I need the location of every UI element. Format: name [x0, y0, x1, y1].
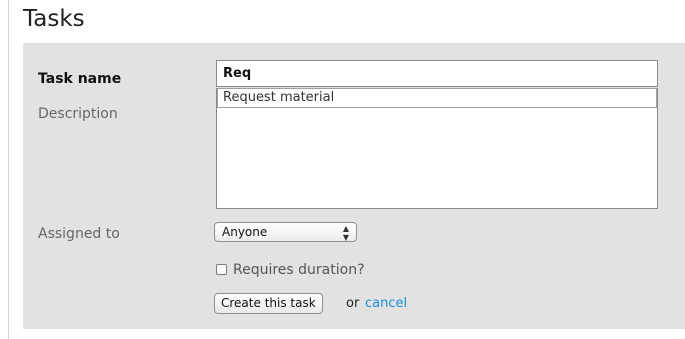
assigned-to-select[interactable]: Anyone ▲ ▼ — [214, 222, 357, 242]
requires-duration-label[interactable]: Requires duration? — [233, 261, 365, 279]
cancel-link[interactable]: cancel — [365, 295, 407, 313]
autocomplete-suggestion[interactable]: Request material — [217, 88, 657, 108]
task-name-input[interactable] — [216, 60, 658, 87]
description-label: Description — [38, 106, 118, 122]
page-title: Tasks — [23, 6, 85, 32]
task-name-label: Task name — [38, 71, 122, 87]
create-task-button[interactable]: Create this task — [214, 293, 323, 314]
assigned-to-value: Anyone — [222, 225, 268, 239]
left-divider — [8, 0, 9, 339]
or-text: or — [346, 296, 360, 311]
requires-duration-checkbox[interactable] — [216, 264, 227, 275]
new-task-form: Task name Description Request material A… — [23, 43, 685, 329]
updown-arrows-icon: ▲ ▼ — [342, 224, 349, 242]
assigned-to-label: Assigned to — [38, 226, 120, 242]
tasks-page: Tasks Task name Description Request mate… — [0, 0, 685, 339]
